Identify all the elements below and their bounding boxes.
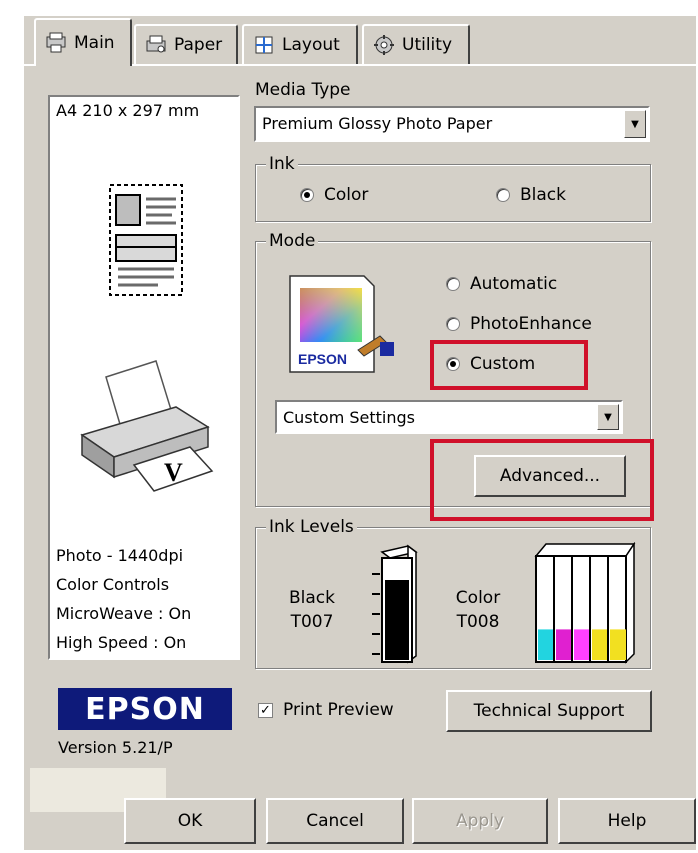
printer-illustration: V [80,360,214,492]
radio-selected-icon [300,188,314,202]
tab-paper-label: Paper [174,35,223,55]
help-button[interactable]: Help [558,798,696,844]
main-tab-icon [46,32,66,53]
print-preview-pane: A4 210 x 297 mm V Photo - 1440dpi Color … [48,95,240,660]
ink-color-radio[interactable]: Color [300,185,368,205]
mode-automatic-label: Automatic [470,274,558,294]
color-ink-name: Color [455,588,501,608]
svg-text:EPSON: EPSON [298,351,347,367]
mode-photoenhance-label: PhotoEnhance [470,314,592,334]
media-type-dropdown[interactable]: Premium Glossy Photo Paper ▼ [254,106,650,142]
screenshot-frame: Main Paper Layout Utility A4 210 x 297 m… [0,0,698,853]
radio-unselected-icon [496,188,510,202]
black-ink-name: Black [289,588,335,608]
tab-main-label: Main [74,33,115,53]
radio-unselected-icon [446,317,460,331]
color-mode-icon: EPSON [289,275,394,373]
custom-settings-value: Custom Settings [283,408,416,427]
apply-button: Apply [412,798,548,844]
ink-black-radio[interactable]: Black [496,185,566,205]
color-ink-level [610,629,626,660]
technical-support-label: Technical Support [473,701,625,721]
black-ink-label: Black T007 [284,586,340,634]
ok-button[interactable]: OK [124,798,256,844]
tab-utility-label: Utility [402,35,453,55]
color-ink-level [538,629,554,660]
color-ink-code: T008 [456,612,500,632]
black-ink-level [385,580,409,660]
mode-automatic-radio[interactable]: Automatic [446,274,557,294]
paper-tab-icon [146,35,166,53]
page-layout-thumbnail [109,184,183,296]
custom-settings-dropdown[interactable]: Custom Settings ▼ [275,400,623,434]
driver-version: Version 5.21/P [58,738,173,757]
color-ink-cartridge [534,542,636,664]
tab-main[interactable]: Main [34,18,132,66]
ink-levels-legend: Ink Levels [266,517,357,537]
color-ink-label: Color T008 [450,586,506,634]
help-button-label: Help [607,811,647,831]
black-ink-cartridge [372,544,418,664]
paper-size-text: A4 210 x 297 mm [56,101,200,120]
layout-tab-icon [255,36,273,54]
color-ink-level [574,629,590,660]
preview-info-line: High Speed : On [56,633,187,652]
print-preview-label: Print Preview [283,700,394,720]
tab-layout[interactable]: Layout [242,24,358,64]
color-ink-level [592,629,608,660]
custom-highlight-box [430,340,588,390]
ink-color-label: Color [324,185,369,205]
ink-black-label: Black [520,185,566,205]
tab-utility[interactable]: Utility [362,24,470,64]
cancel-button[interactable]: Cancel [266,798,404,844]
preview-info-line: Color Controls [56,575,170,594]
radio-unselected-icon [446,277,460,291]
black-ink-code: T007 [290,612,334,632]
svg-text:V: V [164,458,183,487]
mode-photoenhance-radio[interactable]: PhotoEnhance [446,314,592,334]
apply-button-label: Apply [456,811,504,831]
advanced-highlight-box [430,439,654,521]
preview-info-line: MicroWeave : On [56,604,192,623]
color-ink-level [556,629,572,660]
print-preview-checkbox[interactable]: ✓ Print Preview [258,700,394,720]
media-type-label: Media Type [255,80,351,100]
checkmark-icon: ✓ [258,702,273,718]
ink-legend: Ink [266,154,298,174]
dialog-edge-top [22,14,696,16]
technical-support-button[interactable]: Technical Support [446,690,652,732]
tab-paper[interactable]: Paper [134,24,238,64]
chevron-down-icon[interactable]: ▼ [597,404,619,430]
dialog-edge-left [22,14,24,850]
utility-tab-icon [374,35,394,55]
preview-info-line: Photo - 1440dpi [56,546,184,565]
mode-legend: Mode [266,231,319,251]
ok-button-label: OK [177,811,203,831]
chevron-down-icon[interactable]: ▼ [624,110,646,138]
tab-layout-label: Layout [282,35,340,55]
media-type-value: Premium Glossy Photo Paper [262,114,493,133]
epson-logo: EPSON [58,688,232,730]
cancel-button-label: Cancel [306,811,364,831]
